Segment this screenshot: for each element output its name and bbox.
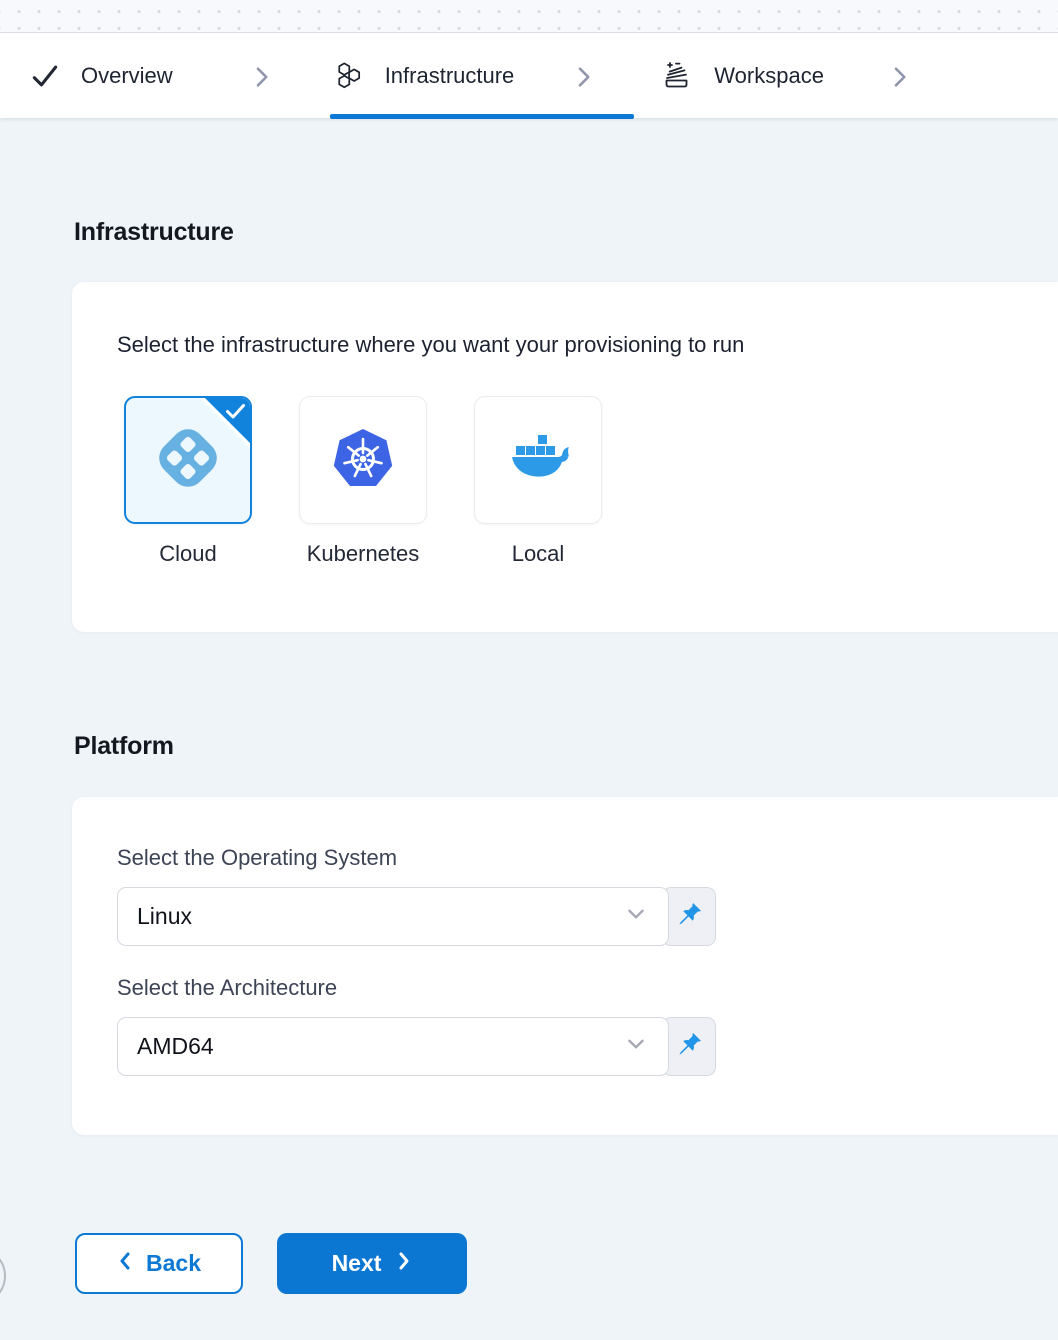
next-button-label: Next [332, 1250, 382, 1277]
step-label: Workspace [714, 63, 824, 89]
platform-heading: Platform [74, 732, 1058, 760]
check-icon [30, 63, 60, 89]
local-tile[interactable] [474, 396, 602, 524]
step-workspace[interactable]: Workspace [660, 61, 824, 91]
option-kubernetes: Kubernetes [299, 396, 427, 567]
tile-label: Kubernetes [307, 541, 420, 567]
tile-label: Cloud [159, 541, 216, 567]
os-select[interactable]: Linux [117, 887, 669, 946]
infrastructure-options: Cloud [124, 396, 1013, 567]
infrastructure-heading: Infrastructure [74, 218, 1058, 246]
next-button[interactable]: Next [277, 1233, 467, 1294]
stack-icon [660, 61, 693, 91]
cloud-tile[interactable] [124, 396, 252, 524]
tile-label: Local [512, 541, 565, 567]
option-cloud: Cloud [124, 396, 252, 567]
wizard-actions: Back Next [75, 1233, 1058, 1294]
chevron-down-icon [624, 902, 648, 932]
chevron-right-icon [250, 64, 273, 90]
main-content: Infrastructure Select the infrastructure… [0, 118, 1058, 1294]
back-button[interactable]: Back [75, 1233, 243, 1294]
infrastructure-instruction: Select the infrastructure where you want… [117, 332, 1013, 358]
kubernetes-tile[interactable] [299, 396, 427, 524]
pushpin-icon [676, 1031, 703, 1063]
step-infrastructure[interactable]: Infrastructure [335, 61, 515, 90]
step-overview[interactable]: Overview [30, 63, 173, 89]
wizard-stepper: Overview Infrastructure [0, 33, 1058, 118]
os-select-value: Linux [137, 903, 192, 930]
hexagons-icon [335, 61, 364, 90]
arch-select-value: AMD64 [137, 1033, 214, 1060]
chevron-left-icon [117, 1250, 133, 1277]
platform-card: Select the Operating System Linux Select… [72, 797, 1058, 1135]
infrastructure-card: Select the infrastructure where you want… [72, 282, 1058, 632]
arch-select-row: AMD64 [117, 1017, 716, 1076]
arch-pin-button[interactable] [662, 1017, 716, 1076]
chevron-down-icon [624, 1032, 648, 1062]
step-label: Infrastructure [385, 63, 515, 89]
arch-select-label: Select the Architecture [117, 975, 1013, 1001]
os-select-label: Select the Operating System [117, 845, 1013, 871]
back-button-label: Back [146, 1250, 201, 1277]
pushpin-icon [676, 901, 703, 933]
chevron-right-icon [572, 64, 595, 90]
cloud-diamond-icon [153, 423, 223, 498]
docker-whale-icon [504, 432, 572, 489]
os-select-row: Linux [117, 887, 716, 946]
chevron-right-icon [888, 64, 911, 90]
os-pin-button[interactable] [662, 887, 716, 946]
kubernetes-icon [331, 426, 395, 495]
dotted-header-strip [0, 0, 1058, 33]
chevron-right-icon [396, 1250, 412, 1277]
step-label: Overview [81, 63, 173, 89]
active-step-indicator [330, 114, 634, 119]
arch-select[interactable]: AMD64 [117, 1017, 669, 1076]
option-local: Local [474, 396, 602, 567]
